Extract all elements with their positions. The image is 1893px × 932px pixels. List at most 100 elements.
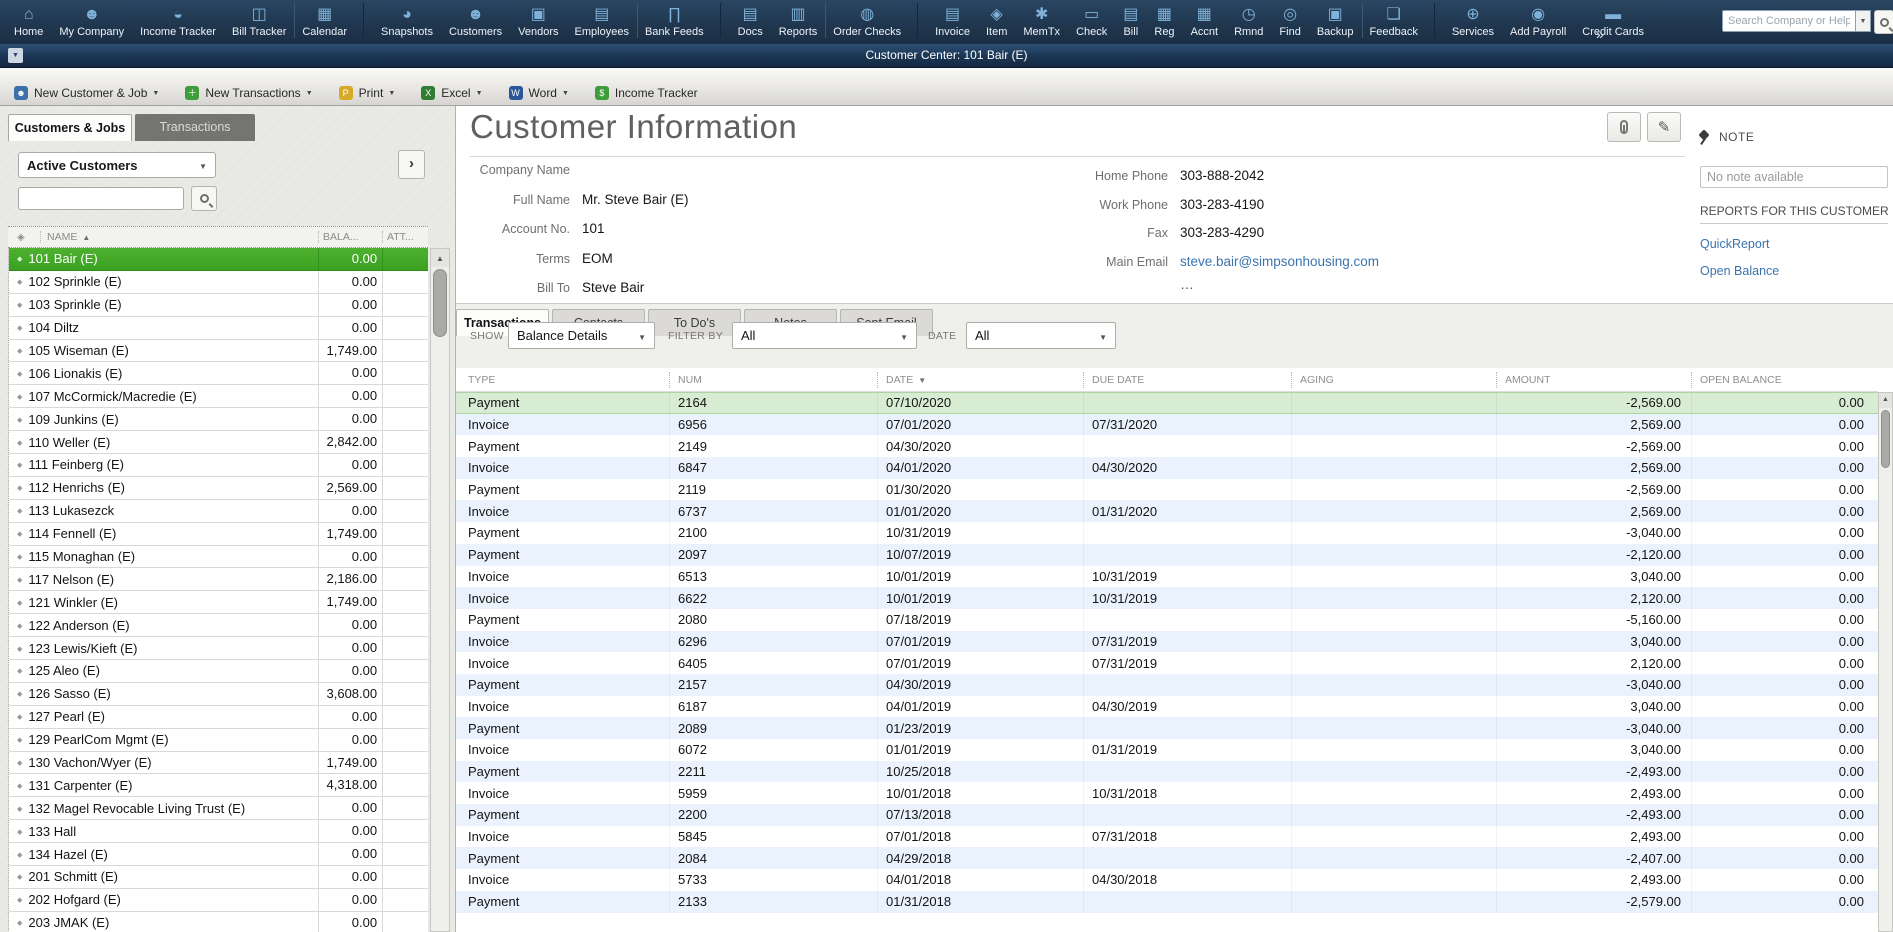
customer-row[interactable]: ◆105 Wiseman (E) 1,749.00 — [9, 340, 428, 363]
customer-row[interactable]: ◆112 Henrichs (E) 2,569.00 — [9, 477, 428, 500]
transaction-row[interactable]: Invoice 5733 04/01/2018 04/30/2018 2,493… — [456, 869, 1878, 891]
find[interactable]: ◎ Find — [1271, 3, 1308, 38]
column-header-balance[interactable]: BALA... — [318, 231, 382, 243]
bill-tracker[interactable]: ◫ Bill Tracker — [224, 3, 294, 38]
customer-row[interactable]: ◆117 Nelson (E) 2,186.00 — [9, 568, 428, 591]
column-header-amount[interactable]: AMOUNT — [1496, 372, 1691, 388]
column-header-type[interactable]: TYPE — [456, 372, 669, 388]
customer-row[interactable]: ◆114 Fennell (E) 1,749.00 — [9, 523, 428, 546]
company-search-input[interactable] — [1722, 10, 1855, 32]
transaction-row[interactable]: Invoice 6847 04/01/2020 04/30/2020 2,569… — [456, 457, 1878, 479]
column-header-aging[interactable]: AGING — [1291, 372, 1496, 388]
customer-row[interactable]: ◆111 Feinberg (E) 0.00 — [9, 454, 428, 477]
bill[interactable]: ▤ Bill — [1115, 3, 1146, 38]
scroll-up-icon[interactable]: ▲ — [431, 249, 449, 267]
credit-cards[interactable]: ▬ Credit Cards — [1574, 3, 1652, 38]
customer-search-button[interactable] — [191, 186, 217, 211]
scrollbar-thumb[interactable] — [1881, 410, 1890, 468]
customer-row[interactable]: ◆109 Junkins (E) 0.00 — [9, 408, 428, 431]
transaction-row[interactable]: Invoice 6405 07/01/2019 07/31/2019 2,120… — [456, 652, 1878, 674]
edit-customer-button[interactable]: ✎ — [1647, 112, 1681, 142]
print[interactable]: P Print ▼ — [339, 86, 396, 100]
customer-row[interactable]: ◆126 Sasso (E) 3,608.00 — [9, 683, 428, 706]
employees[interactable]: ▤ Employees — [567, 3, 637, 38]
transaction-row[interactable]: Invoice 6622 10/01/2019 10/31/2019 2,120… — [456, 587, 1878, 609]
customer-row[interactable]: ◆131 Carpenter (E) 4,318.00 — [9, 774, 428, 797]
memtx[interactable]: ✱ MemTx — [1015, 3, 1068, 38]
services[interactable]: ⊕ Services — [1444, 3, 1502, 38]
customer-row[interactable]: ◆125 Aleo (E) 0.00 — [9, 660, 428, 683]
reg[interactable]: ▦ Reg — [1146, 3, 1182, 38]
transaction-row[interactable]: Invoice 6956 07/01/2020 07/31/2020 2,569… — [456, 414, 1878, 436]
collapse-panel-button[interactable]: › — [398, 150, 425, 179]
customer-row[interactable]: ◆107 McCormick/Macredie (E) 0.00 — [9, 385, 428, 408]
customer-row[interactable]: ◆101 Bair (E) 0.00 — [9, 248, 428, 271]
customer-row[interactable]: ◆113 Lukasezck 0.00 — [9, 500, 428, 523]
reports[interactable]: ▥ Reports — [771, 3, 826, 38]
customer-row[interactable]: ◆201 Schmitt (E) 0.00 — [9, 866, 428, 889]
transactions-scrollbar[interactable]: ▲ — [1878, 392, 1893, 932]
customer-row[interactable]: ◆106 Lionakis (E) 0.00 — [9, 362, 428, 385]
vendors[interactable]: ▣ Vendors — [510, 3, 566, 38]
column-header-open-balance[interactable]: OPEN BALANCE — [1691, 372, 1878, 388]
my-company[interactable]: ☻ My Company — [51, 3, 132, 38]
transaction-row[interactable]: Payment 2100 10/31/2019 -3,040.00 0.00 — [456, 522, 1878, 544]
new-transactions[interactable]: ＋ New Transactions ▼ — [185, 86, 312, 100]
customer-row[interactable]: ◆102 Sprinkle (E) 0.00 — [9, 271, 428, 294]
word[interactable]: W Word ▼ — [509, 86, 569, 100]
snapshots[interactable]: ◕ Snapshots — [373, 3, 441, 38]
home[interactable]: ⌂ Home — [6, 3, 51, 38]
toolbar-overflow-chevron-icon[interactable]: » — [1596, 26, 1604, 42]
customer-list-scrollbar[interactable]: ▲ — [430, 248, 450, 932]
transaction-row[interactable]: Invoice 6513 10/01/2019 10/31/2019 3,040… — [456, 566, 1878, 588]
transaction-row[interactable]: Payment 2133 01/31/2018 -2,579.00 0.00 — [456, 891, 1878, 913]
transaction-row[interactable]: Payment 2200 07/13/2018 -2,493.00 0.00 — [456, 804, 1878, 826]
income-tracker[interactable]: ◒ Income Tracker — [132, 3, 224, 38]
docs[interactable]: ▤ Docs — [730, 3, 771, 38]
tab-transactions-sidebar[interactable]: Transactions — [135, 114, 255, 141]
quickreport-link[interactable]: QuickReport — [1700, 237, 1893, 251]
check[interactable]: ▭ Check — [1068, 3, 1115, 38]
add-payroll[interactable]: ◉ Add Payroll — [1502, 3, 1574, 38]
transaction-row[interactable]: Payment 2211 10/25/2018 -2,493.00 0.00 — [456, 761, 1878, 783]
transaction-row[interactable]: Payment 2097 10/07/2019 -2,120.00 0.00 — [456, 544, 1878, 566]
customer-search-input[interactable] — [18, 187, 184, 210]
feedback[interactable]: ❏ Feedback — [1362, 3, 1435, 38]
income-tracker-menu[interactable]: $ Income Tracker — [595, 86, 703, 100]
customer-filter-dropdown[interactable]: Active Customers ▼ — [18, 152, 216, 178]
transaction-row[interactable]: Payment 2084 04/29/2018 -2,407.00 0.00 — [456, 847, 1878, 869]
customer-row[interactable]: ◆203 JMAK (E) 0.00 — [9, 912, 428, 932]
customer-row[interactable]: ◆110 Weller (E) 2,842.00 — [9, 431, 428, 454]
customer-row[interactable]: ◆202 Hofgard (E) 0.00 — [9, 889, 428, 912]
rmnd[interactable]: ◷ Rmnd — [1226, 3, 1271, 38]
more-fields-indicator[interactable]: … — [1180, 276, 1195, 292]
transaction-row[interactable]: Invoice 6072 01/01/2019 01/31/2019 3,040… — [456, 739, 1878, 761]
transaction-row[interactable]: Payment 2119 01/30/2020 -2,569.00 0.00 — [456, 479, 1878, 501]
scroll-up-icon[interactable]: ▲ — [1879, 393, 1892, 408]
open-balance-link[interactable]: Open Balance — [1700, 264, 1893, 278]
column-header-date[interactable]: DATE▼ — [877, 372, 1083, 388]
customer-row[interactable]: ◆121 Winkler (E) 1,749.00 — [9, 591, 428, 614]
customer-row[interactable]: ◆129 PearlCom Mgmt (E) 0.00 — [9, 729, 428, 752]
column-header-num[interactable]: NUM — [669, 372, 877, 388]
customer-row[interactable]: ◆123 Lewis/Kieft (E) 0.00 — [9, 637, 428, 660]
customer-row[interactable]: ◆130 Vachon/Wyer (E) 1,749.00 — [9, 752, 428, 775]
date-filter-dropdown[interactable]: All ▼ — [966, 322, 1116, 349]
customer-row[interactable]: ◆104 Diltz 0.00 — [9, 317, 428, 340]
customer-row[interactable]: ◆122 Anderson (E) 0.00 — [9, 614, 428, 637]
backup[interactable]: ▣ Backup — [1309, 3, 1362, 38]
transaction-row[interactable]: Invoice 5959 10/01/2018 10/31/2018 2,493… — [456, 782, 1878, 804]
invoice[interactable]: ▤ Invoice — [927, 3, 978, 38]
transaction-row[interactable]: Invoice 6296 07/01/2019 07/31/2019 3,040… — [456, 631, 1878, 653]
new-customer-job[interactable]: ☻ New Customer & Job ▼ — [14, 86, 159, 100]
transaction-row[interactable]: Invoice 5845 07/01/2018 07/31/2018 2,493… — [456, 826, 1878, 848]
customers[interactable]: ☻ Customers — [441, 3, 510, 38]
transaction-row[interactable]: Payment 2149 04/30/2020 -2,569.00 0.00 — [456, 435, 1878, 457]
column-header-attach[interactable]: ATT... — [382, 231, 428, 243]
customer-row[interactable]: ◆133 Hall 0.00 — [9, 820, 428, 843]
customer-row[interactable]: ◆132 Magel Revocable Living Trust (E) 0.… — [9, 797, 428, 820]
transaction-row[interactable]: Invoice 6737 01/01/2020 01/31/2020 2,569… — [456, 500, 1878, 522]
tab-customers-jobs[interactable]: Customers & Jobs — [8, 114, 132, 141]
filter-by-dropdown[interactable]: All ▼ — [732, 322, 917, 349]
transaction-row[interactable]: Invoice 6187 04/01/2019 04/30/2019 3,040… — [456, 696, 1878, 718]
